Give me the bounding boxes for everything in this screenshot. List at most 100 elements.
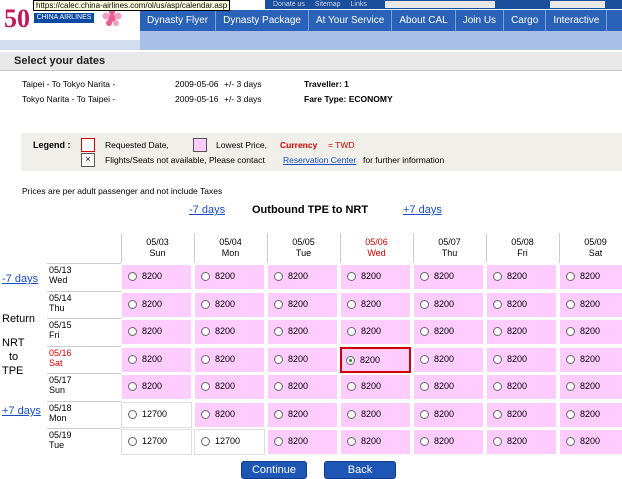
radio-icon[interactable] <box>128 272 137 281</box>
fare-cell[interactable]: 8200 <box>413 319 484 345</box>
fare-cell[interactable]: 8200 <box>194 346 265 373</box>
radio-icon[interactable] <box>128 437 137 446</box>
fare-cell[interactable]: 8200 <box>340 291 411 318</box>
fare-cell[interactable]: 8200 <box>486 291 557 318</box>
radio-icon[interactable] <box>493 382 502 391</box>
fare-cell[interactable]: 8200 <box>121 374 192 400</box>
nav-dynasty-flyer[interactable]: Dynasty Flyer <box>140 10 217 31</box>
radio-icon[interactable] <box>347 272 356 281</box>
nav-dynasty-package[interactable]: Dynasty Package <box>216 10 309 31</box>
radio-icon[interactable] <box>566 409 575 419</box>
fare-cell[interactable]: 8200 <box>559 429 622 455</box>
reservation-center-link[interactable]: Reservation Center <box>283 155 356 165</box>
fare-cell[interactable]: 8200 <box>340 429 411 455</box>
fare-cell[interactable]: 8200 <box>121 291 192 318</box>
fare-cell[interactable]: 8200 <box>267 374 338 400</box>
radio-icon[interactable] <box>347 382 356 391</box>
fare-cell[interactable]: 8200 <box>194 374 265 400</box>
radio-icon[interactable] <box>347 327 356 336</box>
fare-cell[interactable]: 8200 <box>267 319 338 345</box>
radio-icon[interactable] <box>128 354 137 364</box>
radio-icon[interactable] <box>566 354 575 364</box>
fare-cell[interactable]: 8200 <box>559 401 622 428</box>
fare-cell[interactable]: 8200 <box>267 429 338 455</box>
fare-cell[interactable]: 8200 <box>486 429 557 455</box>
nav-interactive[interactable]: Interactive <box>546 10 608 31</box>
radio-icon[interactable] <box>128 409 137 419</box>
radio-icon[interactable] <box>201 354 210 364</box>
search-select[interactable] <box>550 1 605 8</box>
fare-cell[interactable]: 8200 <box>340 374 411 400</box>
radio-icon[interactable] <box>274 299 283 309</box>
fare-cell[interactable]: 8200 <box>559 374 622 400</box>
radio-icon[interactable] <box>420 327 429 336</box>
fare-cell[interactable]: 8200 <box>121 264 192 290</box>
radio-icon[interactable] <box>274 437 283 446</box>
fare-cell[interactable]: 8200 <box>121 346 192 373</box>
fare-cell[interactable]: 8200 <box>486 401 557 428</box>
fare-cell[interactable]: 8200 <box>486 346 557 373</box>
return-next-week-link[interactable]: +7 days <box>2 405 41 417</box>
radio-icon[interactable] <box>347 437 356 446</box>
radio-icon[interactable] <box>201 409 210 419</box>
radio-selected-icon[interactable] <box>346 355 355 365</box>
continue-button[interactable]: Continue <box>241 461 307 479</box>
back-button[interactable]: Back <box>324 461 396 479</box>
fare-cell[interactable]: 8200 <box>559 264 622 290</box>
radio-icon[interactable] <box>347 409 356 419</box>
radio-icon[interactable] <box>274 272 283 281</box>
top-link-sitemap[interactable]: Sitemap <box>315 1 341 8</box>
radio-icon[interactable] <box>566 382 575 391</box>
radio-icon[interactable] <box>201 437 210 446</box>
top-link-links[interactable]: Links <box>351 1 367 8</box>
return-prev-week-link[interactable]: -7 days <box>2 273 38 285</box>
fare-cell[interactable]: 12700 <box>121 401 192 428</box>
fare-cell[interactable]: 8200 <box>559 346 622 373</box>
fare-cell[interactable]: 8200 <box>413 346 484 373</box>
fare-cell[interactable]: 8200 <box>194 264 265 290</box>
radio-icon[interactable] <box>493 299 502 309</box>
radio-icon[interactable] <box>201 327 210 336</box>
fare-cell[interactable]: 8200 <box>267 291 338 318</box>
top-link-donate[interactable]: Donate us <box>273 1 305 8</box>
radio-icon[interactable] <box>420 437 429 446</box>
radio-icon[interactable] <box>566 437 575 446</box>
fare-cell[interactable]: 8200 <box>267 346 338 373</box>
radio-icon[interactable] <box>128 327 137 336</box>
nav-cargo[interactable]: Cargo <box>504 10 547 31</box>
fare-cell[interactable]: 8200 <box>340 346 411 373</box>
radio-icon[interactable] <box>347 299 356 309</box>
radio-icon[interactable] <box>274 409 283 419</box>
radio-icon[interactable] <box>420 299 429 309</box>
fare-cell[interactable]: 8200 <box>267 401 338 428</box>
radio-icon[interactable] <box>128 299 137 309</box>
nav-at-your-service[interactable]: At Your Service <box>309 10 393 31</box>
radio-icon[interactable] <box>274 382 283 391</box>
outbound-next-week-link[interactable]: +7 days <box>403 204 442 216</box>
fare-cell[interactable]: 8200 <box>267 264 338 290</box>
radio-icon[interactable] <box>493 354 502 364</box>
radio-icon[interactable] <box>566 272 575 281</box>
radio-icon[interactable] <box>420 409 429 419</box>
fare-cell[interactable]: 8200 <box>194 319 265 345</box>
fare-cell[interactable]: 8200 <box>121 319 192 345</box>
radio-icon[interactable] <box>493 272 502 281</box>
radio-icon[interactable] <box>274 327 283 336</box>
fare-cell[interactable]: 8200 <box>194 291 265 318</box>
fare-cell[interactable]: 8200 <box>559 319 622 345</box>
fare-cell[interactable]: 8200 <box>413 291 484 318</box>
fare-cell[interactable]: 8200 <box>413 264 484 290</box>
fare-cell[interactable]: 8200 <box>486 319 557 345</box>
radio-icon[interactable] <box>493 327 502 336</box>
radio-icon[interactable] <box>493 409 502 419</box>
radio-icon[interactable] <box>128 382 137 391</box>
nav-about-cal[interactable]: About CAL <box>392 10 456 31</box>
radio-icon[interactable] <box>566 299 575 309</box>
radio-icon[interactable] <box>274 354 283 364</box>
fare-cell[interactable]: 8200 <box>486 374 557 400</box>
radio-icon[interactable] <box>201 272 210 281</box>
fare-cell[interactable]: 8200 <box>340 401 411 428</box>
site-search-input[interactable] <box>385 1 495 8</box>
nav-join-us[interactable]: Join Us <box>456 10 505 31</box>
fare-cell[interactable]: 8200 <box>413 429 484 455</box>
